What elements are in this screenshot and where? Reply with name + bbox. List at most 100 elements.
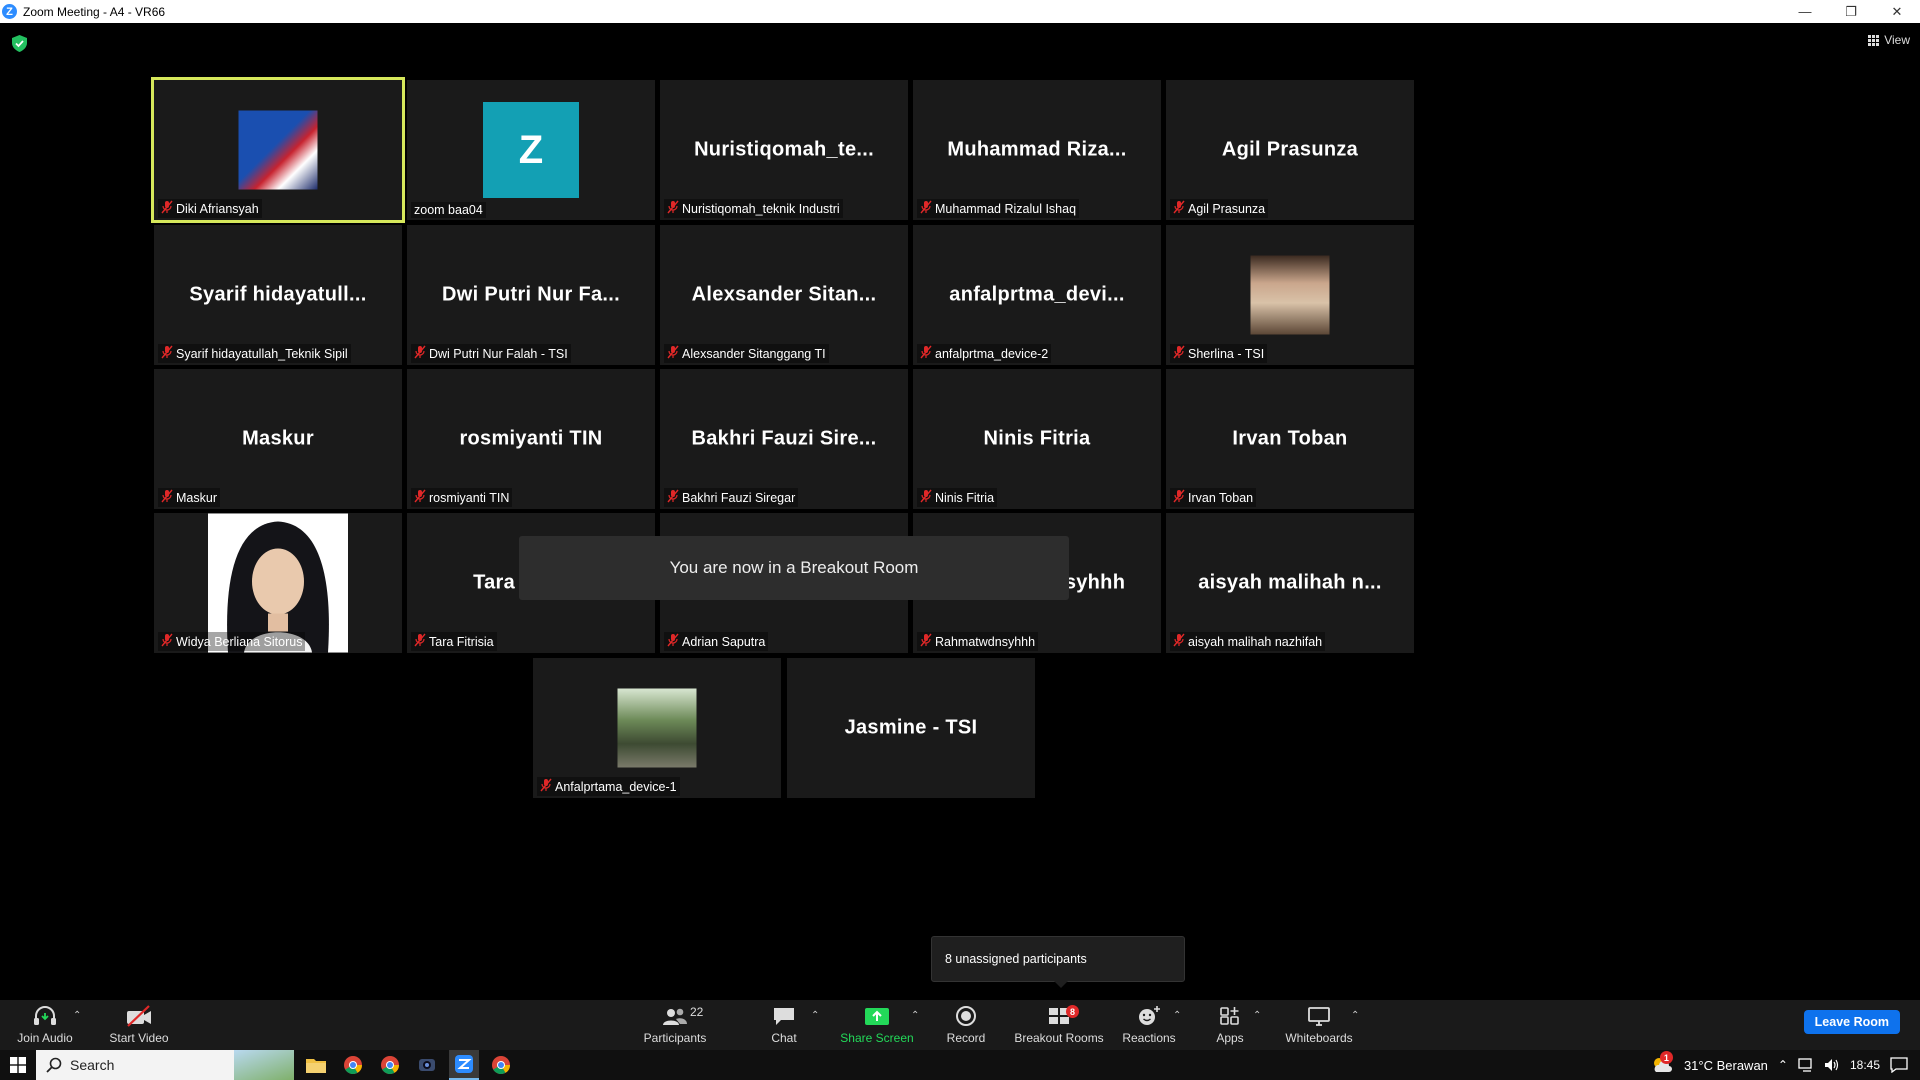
chrome-icon[interactable] [338,1050,368,1080]
apps-options-caret-icon[interactable]: ⌃ [1253,1010,1261,1021]
join-audio-button[interactable]: Join Audio [14,1000,76,1050]
muted-mic-icon [667,489,679,506]
participant-tile[interactable]: Maskur Maskur [154,369,402,509]
participant-tile[interactable]: Dwi Putri Nur Fa... Dwi Putri Nur Falah -… [407,225,655,365]
breakout-rooms-label: Breakout Rooms [1014,1031,1104,1045]
participant-tile[interactable]: anfalprtma_devi... anfalprtma_device-2 [913,225,1161,365]
participant-tile[interactable]: Nuristiqomah_te... Nuristiqomah_teknik In… [660,80,908,220]
participant-tile[interactable]: Agil Prasunza Agil Prasunza [1166,80,1414,220]
chrome-profile-icon[interactable] [375,1050,405,1080]
participant-display-name: Bakhri Fauzi Sire... [691,427,877,450]
avatar-photo [617,688,697,768]
participant-display-name: Maskur [242,427,314,450]
participant-tile[interactable]: Zzoom baa04 [407,80,655,220]
reactions-icon [1139,1006,1160,1025]
breakout-rooms-button[interactable]: Breakout Rooms [1012,1000,1106,1050]
participant-tile[interactable]: Widya Berliana Sitorus [154,513,402,653]
participant-name: Maskur [176,490,217,505]
zoom-logo-icon: Z [2,4,17,19]
clock[interactable]: 18:45 [1850,1058,1880,1072]
chat-options-caret-icon[interactable]: ⌃ [811,1010,819,1021]
view-button[interactable]: View [1868,33,1910,47]
breakout-room-toast: You are now in a Breakout Room [519,536,1069,600]
participant-display-name: anfalprtma_devi... [949,283,1125,306]
apps-button[interactable]: Apps [1212,1000,1248,1050]
reactions-options-caret-icon[interactable]: ⌃ [1173,1010,1181,1021]
participant-name-label: Syarif hidayatullah_Teknik Sipil [158,344,351,363]
start-video-label: Start Video [109,1031,169,1045]
muted-mic-icon [920,345,932,362]
participant-tile[interactable]: Anfalprtama_device-1 [533,658,781,798]
chat-button[interactable]: Chat [760,1000,808,1050]
participants-label: Participants [643,1031,707,1045]
participant-tile[interactable]: rosmiyanti TIN rosmiyanti TIN [407,369,655,509]
meeting-toolbar: Join Audio ⌃ Start Video Participants 22… [0,1000,1920,1050]
leave-room-button[interactable]: Leave Room [1803,1010,1900,1034]
volume-icon[interactable] [1824,1058,1840,1072]
share-options-caret-icon[interactable]: ⌃ [911,1010,919,1021]
network-icon[interactable] [1798,1058,1814,1072]
breakout-rooms-badge: 8 [1066,1005,1079,1018]
video-off-icon [127,1005,151,1027]
muted-mic-icon [1173,633,1185,650]
encryption-shield-icon[interactable] [12,35,27,52]
tray-chevron-icon[interactable]: ⌃ [1778,1058,1788,1072]
weather-text[interactable]: 31°C Berawan [1684,1058,1768,1073]
start-button[interactable] [0,1050,36,1080]
participant-name-label: Diki Afriansyah [158,199,262,218]
participant-display-name: Nuristiqomah_te... [694,138,874,161]
grid-view-icon [1868,34,1880,46]
participant-name-label: Bakhri Fauzi Siregar [664,488,799,507]
restore-icon[interactable]: ❐ [1828,0,1874,23]
meeting-area: View Diki Afriansyah Zzoom baa04 Nuristiqo… [0,23,1920,1007]
camera-app-icon[interactable] [412,1050,442,1080]
muted-mic-icon [161,345,173,362]
whiteboards-options-caret-icon[interactable]: ⌃ [1351,1010,1359,1021]
start-video-button[interactable]: Start Video [108,1000,170,1050]
participant-display-name: Syarif hidayatull... [189,283,367,306]
reactions-button[interactable]: Reactions [1122,1000,1176,1050]
search-label: Search [70,1057,115,1073]
apps-label: Apps [1216,1031,1244,1045]
title-bar: Z Zoom Meeting - A4 - VR66 — ❐ ✕ [0,0,1920,23]
participant-tile[interactable]: Bakhri Fauzi Sire... Bakhri Fauzi Siregar [660,369,908,509]
participant-display-name: Irvan Toban [1232,427,1348,450]
chat-icon [774,1008,794,1025]
whiteboards-button[interactable]: Whiteboards [1282,1000,1356,1050]
windows-logo-icon [10,1057,26,1073]
search-icon [46,1057,62,1073]
participant-tile[interactable]: Ninis Fitria Ninis Fitria [913,369,1161,509]
audio-options-caret-icon[interactable]: ⌃ [73,1010,81,1021]
participant-name-label: Tara Fitrisia [411,632,497,651]
participant-tile[interactable]: Jasmine - TSI [787,658,1035,798]
record-button[interactable]: Record [942,1000,990,1050]
participant-name-label: Alexsander Sitanggang TI [664,344,829,363]
participant-tile[interactable]: Muhammad Riza... Muhammad Rizalul Ishaq [913,80,1161,220]
apps-icon [1220,1007,1239,1025]
taskbar-search-box[interactable]: Search [36,1050,294,1080]
participant-tile[interactable]: Irvan Toban Irvan Toban [1166,369,1414,509]
close-icon[interactable]: ✕ [1874,0,1920,23]
minimize-icon[interactable]: — [1782,0,1828,23]
participant-tile[interactable]: Alexsander Sitan... Alexsander Sitanggang… [660,225,908,365]
notifications-icon[interactable] [1890,1057,1908,1073]
weather-icon[interactable]: 1 [1650,1051,1674,1075]
muted-mic-icon [1173,489,1185,506]
participants-count: 22 [690,1005,704,1019]
participant-tile[interactable]: Diki Afriansyah [151,77,405,223]
chrome-secondary-icon[interactable] [486,1050,516,1080]
participant-tile[interactable]: Syarif hidayatull... Syarif hidayatullah_… [154,225,402,365]
zoom-taskbar-icon[interactable] [449,1050,479,1080]
muted-mic-icon [161,200,173,217]
muted-mic-icon [1173,200,1185,217]
participant-tile[interactable]: Sherlina - TSI [1166,225,1414,365]
file-explorer-icon[interactable] [301,1050,331,1080]
participant-name: Sherlina - TSI [1188,346,1265,361]
headphones-icon [34,1006,56,1025]
participant-tile[interactable]: aisyah malihah n... aisyah malihah nazhif… [1166,513,1414,653]
participant-name: Adrian Saputra [682,634,766,649]
participant-display-name: aisyah malihah n... [1198,571,1382,594]
join-audio-label: Join Audio [17,1031,73,1045]
share-screen-icon [865,1008,889,1025]
share-screen-button[interactable]: Share Screen [840,1000,914,1050]
